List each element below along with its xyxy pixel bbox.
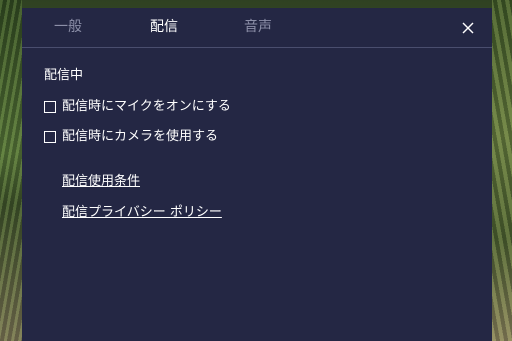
tab-audio[interactable]: 音声 <box>244 19 272 35</box>
tab-bar: 一般 配信 音声 <box>22 8 492 48</box>
section-title: 配信中 <box>44 68 84 83</box>
streaming-terms-link[interactable]: 配信使用条件 <box>62 174 140 190</box>
tab-general[interactable]: 一般 <box>54 19 82 35</box>
settings-dialog: 一般 配信 音声 配信中 配信時にマイクをオンにする 配信時にカメラを使用する … <box>22 8 492 341</box>
camera-label: 配信時にカメラを使用する <box>62 129 219 144</box>
streaming-privacy-policy-link[interactable]: 配信プライバシー ポリシー <box>62 205 222 221</box>
background-foliage-left <box>0 0 22 341</box>
background-foliage-right <box>492 0 512 341</box>
tab-streaming[interactable]: 配信 <box>150 19 178 35</box>
close-icon[interactable] <box>462 22 474 34</box>
mic-on-label: 配信時にマイクをオンにする <box>62 99 231 114</box>
camera-checkbox[interactable] <box>44 131 56 143</box>
mic-on-checkbox[interactable] <box>44 101 56 113</box>
